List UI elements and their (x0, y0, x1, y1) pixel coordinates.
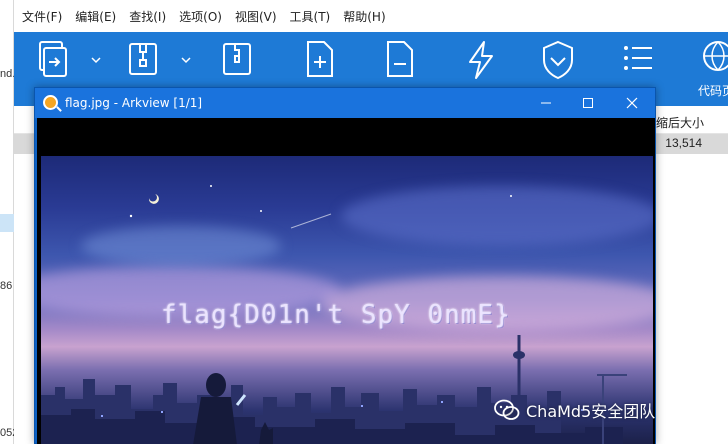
lightning-icon (469, 41, 493, 79)
add-file-icon (307, 41, 333, 77)
close-button[interactable] (609, 88, 655, 118)
arkview-title: flag.jpg - Arkview [1/1] (65, 96, 203, 110)
code-page-icon (703, 41, 728, 71)
maximize-button[interactable] (565, 88, 611, 118)
background-text-fragment: 86 (0, 280, 13, 292)
shield-icon (543, 40, 573, 80)
background-window-strip: nd. 86 052 (0, 0, 18, 444)
arkview-titlebar[interactable]: flag.jpg - Arkview [1/1] (35, 88, 655, 118)
menu-options[interactable]: 选项(O) (179, 8, 222, 25)
close-icon (626, 97, 638, 109)
image-viewport[interactable]: flag{D01n't SpY 0nmE} (37, 118, 655, 444)
background-selected-row (0, 214, 14, 232)
minimize-button[interactable] (523, 88, 569, 118)
menu-find[interactable]: 查找(I) (129, 8, 166, 25)
minimize-icon (541, 102, 551, 104)
hidden-flag-text: flag{D01n't SpY 0nmE} (161, 300, 511, 330)
code-page-label: 代码页 (698, 84, 728, 98)
background-text-fragment: nd. (0, 68, 16, 80)
watermark: ChaMd5安全团队 (494, 398, 655, 422)
chevron-down-icon[interactable] (180, 54, 192, 66)
watermark-text: ChaMd5安全团队 (526, 402, 656, 421)
wechat-icon (494, 399, 520, 420)
menu-view[interactable]: 视图(V) (235, 8, 277, 25)
compressed-size-value: 13,514 (665, 136, 702, 150)
desktop: nd. 86 052 文件(F) 编辑(E) 查找(I) 选项(O) 视图(V)… (0, 0, 728, 444)
open-archive-icon (39, 41, 67, 77)
menu-edit[interactable]: 编辑(E) (75, 8, 116, 25)
list-view-icon (624, 46, 652, 70)
menu-tools[interactable]: 工具(T) (290, 8, 331, 25)
extract-icon (129, 43, 157, 75)
magnifier-icon (43, 95, 58, 110)
chevron-down-icon[interactable] (90, 54, 102, 66)
delete-file-icon (387, 41, 413, 77)
arkview-window: flag.jpg - Arkview [1/1] flag{D01n't SpY… (34, 87, 656, 444)
menu-bar: 文件(F) 编辑(E) 查找(I) 选项(O) 视图(V) 工具(T) 帮助(H… (14, 0, 728, 32)
city-skyline (41, 335, 627, 444)
new-archive-icon (223, 43, 251, 75)
menu-help[interactable]: 帮助(H) (343, 8, 385, 25)
menu-file[interactable]: 文件(F) (22, 8, 62, 25)
maximize-icon (583, 98, 593, 108)
